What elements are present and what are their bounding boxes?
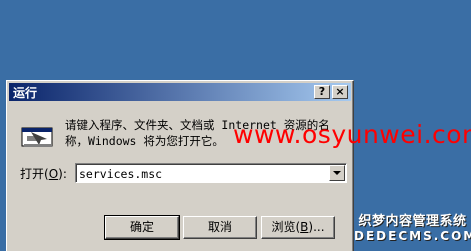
run-icon	[21, 127, 53, 147]
help-button[interactable]: ?	[314, 85, 330, 99]
open-label: 打开(O):	[20, 167, 67, 181]
run-dialog: 运行 ? × 请键入程序、文件夹、文档或 Internet 资源的名 称，Win…	[6, 80, 354, 251]
title-bar[interactable]: 运行 ? ×	[9, 83, 351, 101]
dialog-title: 运行	[13, 86, 38, 100]
website-watermark: www.osyunwei.com	[233, 120, 471, 149]
open-input[interactable]	[79, 166, 324, 181]
browse-label: 浏览	[271, 220, 296, 234]
chevron-down-icon	[333, 171, 341, 175]
browse-button[interactable]: 浏览(B)...	[261, 216, 335, 239]
ok-button[interactable]: 确定	[104, 215, 180, 240]
logo-line-2: DEDECMS.COM	[354, 229, 471, 243]
browse-accelerator: B	[300, 220, 309, 234]
open-label-text: 打开	[20, 167, 45, 181]
combo-dropdown-button[interactable]	[329, 165, 345, 181]
description-line-2: 称，Windows 将为您打开它。	[65, 134, 224, 148]
logo-line-1: 织梦内容管理系统	[358, 214, 467, 229]
dedecms-logo: 织梦内容管理系统 DEDECMS.COM	[354, 210, 471, 247]
open-accelerator: O	[48, 167, 59, 181]
open-combobox[interactable]	[75, 163, 347, 183]
close-button[interactable]: ×	[332, 85, 348, 99]
cancel-button[interactable]: 取消	[183, 216, 257, 239]
